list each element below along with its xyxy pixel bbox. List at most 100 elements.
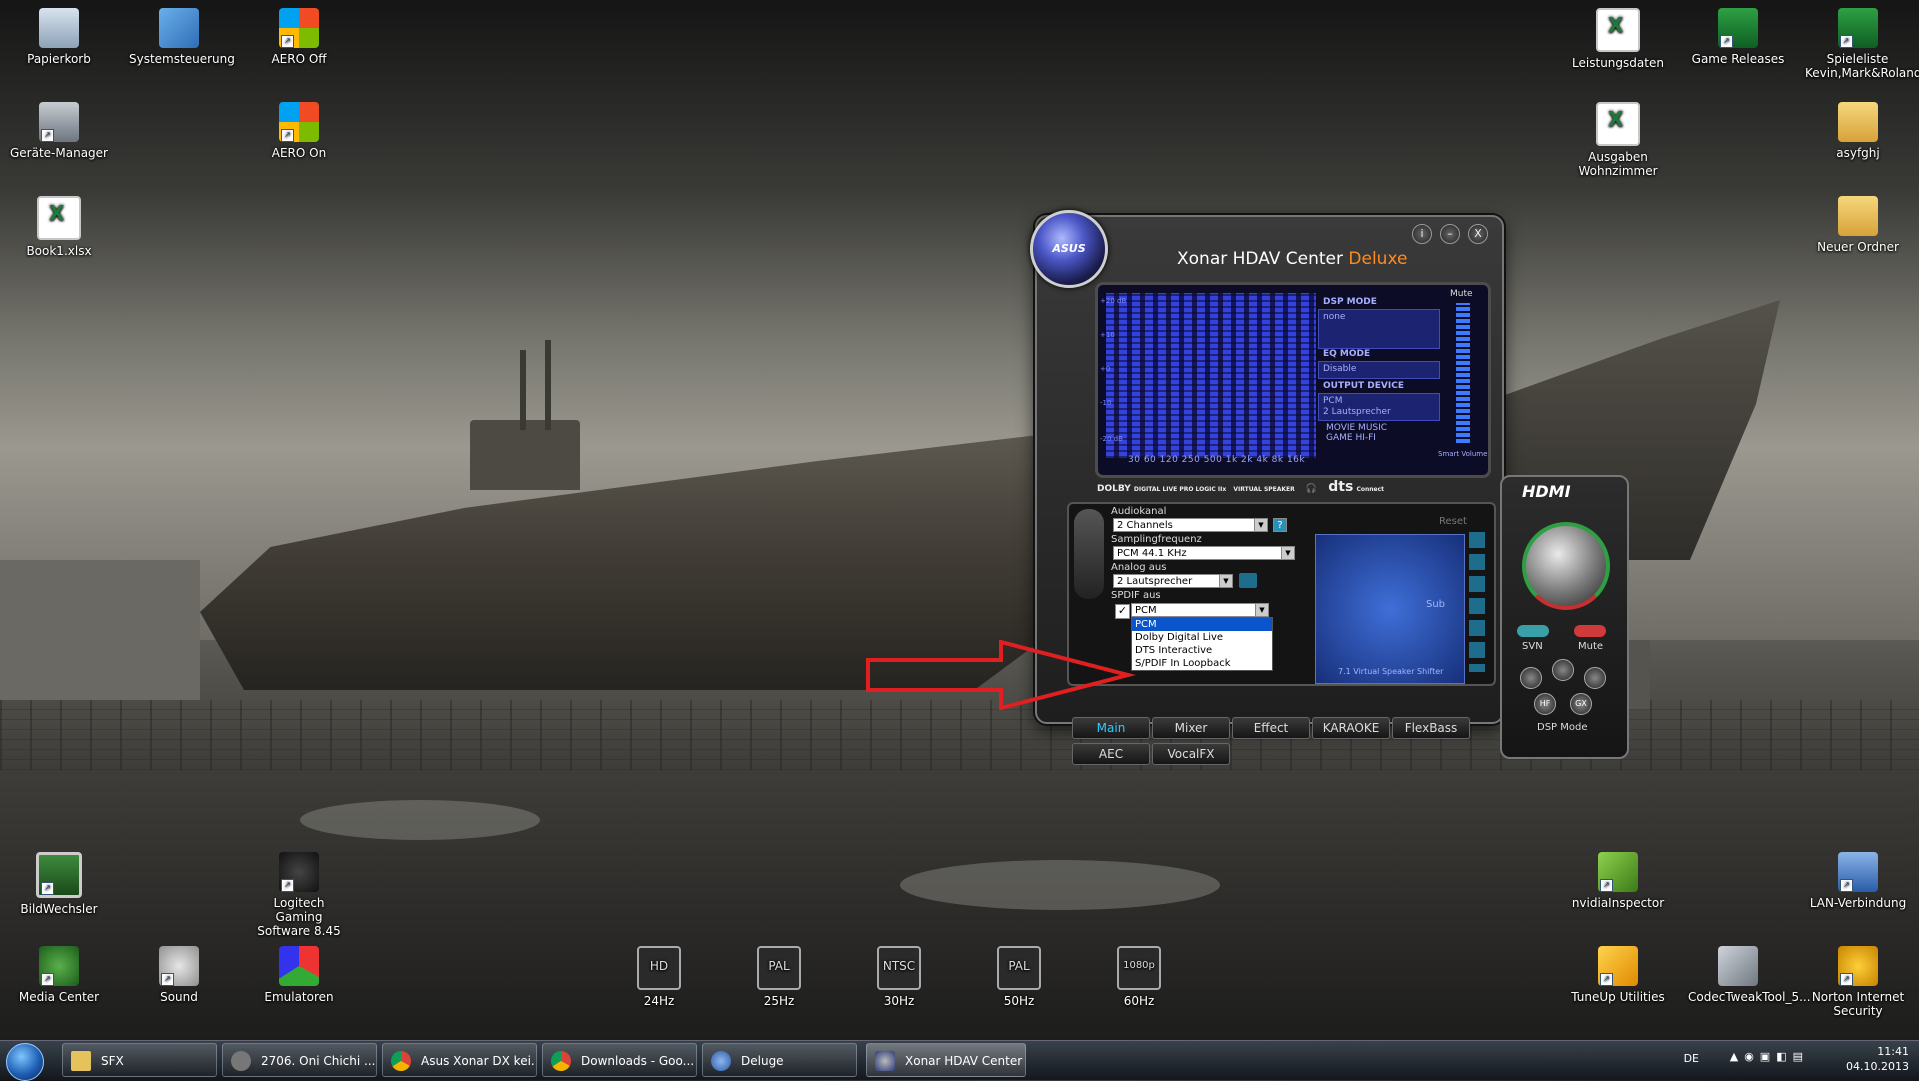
desktop-icon-bildwechsler[interactable]: ↗ BildWechsler (9, 852, 109, 916)
output-device-label: OUTPUT DEVICE (1323, 381, 1404, 391)
desktop-icon-papierkorb[interactable]: Papierkorb (9, 8, 109, 66)
desktop-icon-30hz[interactable]: NTSC 30Hz (849, 946, 949, 1008)
taskbar-item-xonar[interactable]: Xonar HDAV Center (866, 1043, 1026, 1077)
desktop-icon-nvidiainspector[interactable]: ↗ nvidiaInspector (1568, 852, 1668, 910)
tab-karaoke[interactable]: KARAOKE (1312, 717, 1390, 739)
volume-knob[interactable] (1522, 522, 1610, 610)
desktop-icon-book1[interactable]: Book1.xlsx (9, 196, 109, 258)
start-button[interactable] (6, 1043, 44, 1081)
control-panel-icon (159, 8, 199, 48)
desktop-icon-geraete-manager[interactable]: ↗ Geräte-Manager (9, 102, 109, 160)
dropdown-option-spdif-loopback[interactable]: S/PDIF In Loopback (1132, 657, 1272, 670)
taskbar-item-sfx[interactable]: SFX (62, 1043, 217, 1077)
close-button[interactable]: X (1468, 224, 1488, 244)
info-button[interactable]: i (1412, 224, 1432, 244)
norton-icon: ↗ (1838, 946, 1878, 986)
lcd-mute-label[interactable]: Mute (1450, 289, 1473, 299)
reset-button[interactable]: Reset (1439, 516, 1467, 527)
spdif-checkbox[interactable]: ✓ (1115, 604, 1130, 619)
dsp-mode-value: none (1323, 312, 1346, 322)
desktop-icon-emulatoren[interactable]: Emulatoren (249, 946, 349, 1004)
desktop-icon-tuneup[interactable]: ↗ TuneUp Utilities (1568, 946, 1668, 1004)
dsp-button-1[interactable] (1520, 667, 1542, 689)
desktop-icon-50hz[interactable]: PAL 50Hz (969, 946, 1069, 1008)
eq-mode-label: EQ MODE (1323, 349, 1371, 359)
lcd-scale-label: +20 dB (1100, 297, 1127, 305)
mute-button[interactable] (1574, 625, 1606, 637)
smart-volume-label[interactable]: Smart Volume (1438, 450, 1487, 458)
wallpaper-fence (0, 700, 1919, 770)
analog-select[interactable]: 2 Lautsprecher ▼ (1113, 574, 1233, 588)
dropdown-option-dolby-digital-live[interactable]: Dolby Digital Live (1132, 631, 1272, 644)
desktop-icon-systemsteuerung[interactable]: Systemsteuerung (129, 8, 235, 66)
taskbar-item-deluge[interactable]: Deluge (702, 1043, 857, 1077)
tab-effect[interactable]: Effect (1232, 717, 1310, 739)
audiokanal-select[interactable]: 2 Channels ▼ (1113, 518, 1268, 532)
sampling-select[interactable]: PCM 44.1 KHz ▼ (1113, 546, 1295, 560)
taskbar-item-downloads[interactable]: Downloads - Goo... (542, 1043, 697, 1077)
spdif-dropdown-list[interactable]: PCM Dolby Digital Live DTS Interactive S… (1131, 617, 1273, 671)
speaker-test-icon[interactable] (1239, 573, 1257, 588)
speaker-icon: ↗ (159, 946, 199, 986)
desktop-icon-24hz[interactable]: HD 24Hz (609, 946, 709, 1008)
dropdown-option-pcm[interactable]: PCM (1132, 618, 1272, 631)
desktop-icon-label: Norton Internet Security (1811, 990, 1905, 1018)
speaker-shifter[interactable]: Sub 7.1 Virtual Speaker Shifter (1315, 534, 1465, 684)
folder-icon (1838, 196, 1878, 236)
dsp-button-2[interactable] (1552, 659, 1574, 681)
svn-button[interactable] (1517, 625, 1549, 637)
shifter-controls[interactable] (1469, 532, 1485, 672)
taskbar-item-label: Xonar HDAV Center (905, 1054, 1023, 1068)
desktop-icon-25hz[interactable]: PAL 25Hz (729, 946, 829, 1008)
hf-button[interactable]: HF (1534, 693, 1556, 715)
spdif-select[interactable]: PCM ▼ (1131, 603, 1269, 617)
dts-logo: dts (1328, 479, 1354, 495)
chevron-down-icon: ▼ (1255, 604, 1268, 616)
video-mode-icon: PAL (757, 946, 801, 990)
desktop-icon-label: Logitech Gaming Software 8.45 (257, 896, 341, 938)
spdif-label: SPDIF aus (1111, 590, 1161, 601)
tray-icons[interactable]: ▲◉▣◧▤ (1730, 1050, 1809, 1063)
minimize-button[interactable]: – (1440, 224, 1460, 244)
tab-vocalfx[interactable]: VocalFX (1152, 743, 1230, 765)
desktop-icon-media-center[interactable]: ↗ Media Center (9, 946, 109, 1004)
tab-main[interactable]: Main (1072, 717, 1150, 739)
dropdown-option-dts-interactive[interactable]: DTS Interactive (1132, 644, 1272, 657)
tools-icon (1718, 946, 1758, 986)
desktop-icon-leistungsdaten[interactable]: Leistungsdaten (1568, 8, 1668, 70)
desktop-icon-norton[interactable]: ↗ Norton Internet Security (1808, 946, 1908, 1018)
wallpaper-building (0, 560, 200, 700)
desktop-icon-label: Ausgaben Wohnzimmer (1578, 150, 1658, 178)
taskbar-item-oni-chichi[interactable]: 2706. Oni Chichi ... (222, 1043, 377, 1077)
desktop-icon-60hz[interactable]: 1080p 60Hz (1089, 946, 1189, 1008)
monitor-icon: ↗ (36, 852, 82, 898)
desktop-icon-game-releases[interactable]: ↗ Game Releases (1688, 8, 1788, 66)
desktop-icon-label: Media Center (18, 990, 100, 1004)
language-indicator[interactable]: DE (1684, 1052, 1699, 1065)
desktop-icon-lan-verbindung[interactable]: ↗ LAN-Verbindung (1808, 852, 1908, 910)
dsp-button-3[interactable] (1584, 667, 1606, 689)
xonar-title: Xonar HDAV Center Deluxe (1177, 249, 1408, 269)
wallpaper-tower (470, 420, 580, 490)
desktop-icon-aero-on[interactable]: ↗ AERO On (249, 102, 349, 160)
tab-aec[interactable]: AEC (1072, 743, 1150, 765)
gx-button[interactable]: GX (1570, 693, 1592, 715)
desktop-icon-asyfghj[interactable]: asyfghj (1808, 102, 1908, 160)
desktop-icon-aero-off[interactable]: ↗ AERO Off (249, 8, 349, 66)
mode-labels: GAME HI-FI (1326, 433, 1376, 443)
spreadsheet-icon (1596, 8, 1640, 52)
desktop-icon-logitech[interactable]: ↗ Logitech Gaming Software 8.45 (249, 852, 349, 938)
desktop-icon-spieleliste[interactable]: ↗ Spieleliste Kevin,Mark&Roland (1805, 8, 1919, 80)
help-button[interactable]: ? (1273, 518, 1287, 532)
desktop-icon-ausgaben[interactable]: Ausgaben Wohnzimmer (1568, 102, 1668, 178)
clock-date[interactable]: 04.10.2013 (1846, 1059, 1909, 1074)
tab-mixer[interactable]: Mixer (1152, 717, 1230, 739)
taskbar-item-asus-xonar[interactable]: Asus Xonar DX kei... (382, 1043, 537, 1077)
desktop-icon-sound[interactable]: ↗ Sound (129, 946, 229, 1004)
clock-time[interactable]: 11:41 (1846, 1044, 1909, 1059)
volume-meter[interactable] (1456, 303, 1470, 443)
video-mode-icon: PAL (997, 946, 1041, 990)
desktop-icon-neuer-ordner[interactable]: Neuer Ordner (1808, 196, 1908, 254)
tab-flexbass[interactable]: FlexBass (1392, 717, 1470, 739)
desktop-icon-codectweaktool[interactable]: CodecTweakTool_5... (1688, 946, 1811, 1004)
